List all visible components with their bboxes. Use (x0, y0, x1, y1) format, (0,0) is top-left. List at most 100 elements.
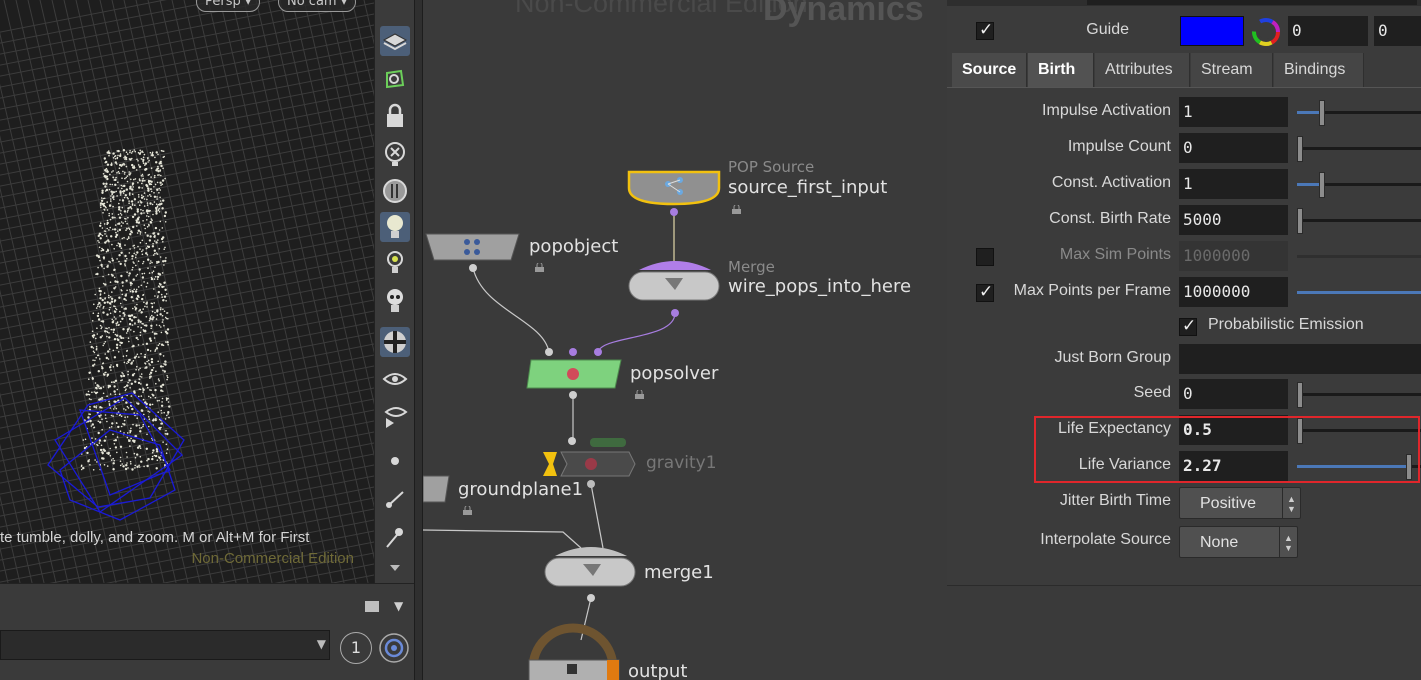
skull-icon (387, 289, 403, 312)
node-groundplane1[interactable] (423, 475, 450, 503)
const-activation-slider[interactable] (1297, 172, 1421, 198)
life-expectancy-field[interactable]: 0.5 (1179, 415, 1288, 445)
tabs-divider (947, 87, 1421, 88)
point-display-button[interactable] (380, 446, 410, 476)
layers-icon (382, 33, 408, 51)
count-badge[interactable]: 1 (340, 632, 372, 664)
params-empty-area (947, 585, 1421, 680)
tab-birth[interactable]: Birth (1028, 53, 1094, 87)
snapping-button[interactable] (380, 64, 410, 94)
tab-source[interactable]: Source (952, 53, 1027, 87)
max-points-per-frame-checkbox[interactable]: ✓ (976, 282, 994, 302)
const-activation-field[interactable]: 1 (1179, 169, 1288, 199)
node-name-label[interactable]: gravity1 (646, 453, 717, 473)
node-output[interactable] (528, 623, 620, 680)
target-icon[interactable] (378, 632, 410, 664)
probabilistic-emission-checkbox[interactable]: ✓ (1179, 316, 1197, 336)
guide-checkbox[interactable]: ✓ (976, 20, 994, 40)
eye-play-icon (384, 407, 408, 428)
life-expectancy-slider[interactable] (1297, 418, 1421, 444)
normals-button[interactable] (380, 484, 410, 514)
shading-button[interactable] (380, 327, 410, 357)
node-popsolver[interactable] (526, 348, 622, 399)
square-icon[interactable] (365, 601, 379, 612)
headlight-button[interactable] (380, 212, 410, 242)
scene-viewport[interactable]: Persp ▾ No cam ▾ te tumble, dolly, and z… (0, 0, 374, 583)
node-name-label[interactable]: wire_pops_into_here (728, 276, 911, 297)
node-name-label[interactable]: groundplane1 (458, 479, 583, 500)
node-popobject[interactable] (425, 233, 520, 272)
node-name-label[interactable]: output (628, 661, 687, 680)
node-source-first-input[interactable] (627, 170, 721, 216)
wire-ground-to-merge1 (423, 529, 582, 549)
param-row-just-born-group: Just Born Group (947, 344, 1421, 376)
network-editor[interactable]: Non-Commercial Edition Dynamics POP Sour… (423, 0, 947, 680)
node-wire-pops-into-here[interactable] (628, 261, 720, 317)
node-name-label[interactable]: merge1 (644, 562, 714, 583)
interpolate-source-menu[interactable]: None ▲ ▼ (1179, 526, 1298, 558)
light-button[interactable] (380, 248, 410, 278)
impulse-count-slider[interactable] (1297, 136, 1421, 162)
guide-color-swatch[interactable] (1180, 16, 1244, 46)
impulse-count-field[interactable]: 0 (1179, 133, 1288, 163)
life-variance-field[interactable]: 2.27 (1179, 451, 1288, 481)
chevron-down-icon[interactable]: ▼ (394, 599, 403, 613)
impulse-activation-field[interactable]: 1 (1179, 97, 1288, 127)
tab-attributes[interactable]: Attributes (1095, 53, 1190, 87)
color-wheel-icon[interactable] (1251, 17, 1281, 47)
display-options-button[interactable] (380, 26, 410, 56)
wire-merge-to-solver (597, 312, 676, 353)
param-label: Const. Birth Rate (1049, 210, 1171, 227)
normal-icon (386, 491, 404, 508)
const-birth-rate-slider[interactable] (1297, 208, 1421, 234)
pin-button[interactable] (380, 522, 410, 552)
menu-value: None (1200, 534, 1239, 551)
guide-value-2[interactable]: 0 (1374, 16, 1421, 46)
pane-divider[interactable] (414, 0, 423, 680)
life-variance-slider[interactable] (1297, 454, 1421, 480)
lock-icon (387, 103, 403, 127)
jitter-birth-time-menu[interactable]: Positive ▲ ▼ (1179, 487, 1301, 519)
node-name-label[interactable]: popobject (529, 236, 618, 257)
impulse-activation-slider[interactable] (1297, 100, 1421, 126)
selection-field[interactable]: ▼ (0, 630, 330, 660)
checker-sphere-icon (384, 331, 406, 353)
ghost-button[interactable] (380, 286, 410, 316)
node-name-label[interactable]: popsolver (630, 363, 718, 384)
seed-slider[interactable] (1297, 382, 1421, 408)
wire-popobject-to-solver (472, 267, 550, 353)
max-sim-points-checkbox[interactable] (976, 248, 994, 266)
persp-menu-button[interactable]: Persp ▾ (196, 0, 261, 12)
just-born-group-field[interactable] (1179, 344, 1421, 374)
camera-menu-button[interactable]: No cam ▾ (278, 0, 357, 12)
param-row-max-points-per-frame: ✓ Max Points per Frame 1000000 (947, 277, 1421, 309)
param-label: Life Variance (1078, 456, 1171, 473)
tab-stream[interactable]: Stream (1191, 53, 1273, 87)
lock-icon (732, 205, 741, 214)
tab-bindings[interactable]: Bindings (1274, 53, 1364, 87)
lock-icon (463, 506, 472, 515)
visualize-button[interactable] (380, 364, 410, 394)
viewport-hint-text: te tumble, dolly, and zoom. M or Alt+M f… (0, 529, 310, 546)
param-row-probabilistic-emission: ✓ Probabilistic Emission (947, 311, 1421, 343)
param-row-const-birth-rate: Const. Birth Rate 5000 (947, 205, 1421, 237)
node-merge1[interactable] (544, 547, 636, 602)
node-name-label[interactable]: source_first_input (728, 177, 887, 198)
param-label: Const. Activation (1051, 174, 1171, 191)
eye-icon (382, 373, 408, 385)
max-points-per-frame-slider[interactable] (1297, 291, 1421, 294)
max-sim-points-field[interactable]: 1000000 (1179, 241, 1288, 271)
param-label: Guide (1086, 21, 1129, 38)
const-birth-rate-field[interactable]: 5000 (1179, 205, 1288, 235)
visualize-play-button[interactable] (380, 402, 410, 432)
viewport-toolbar (374, 0, 414, 583)
background-button[interactable] (380, 176, 410, 206)
guide-value-1[interactable]: 0 (1288, 16, 1368, 46)
chevron-down-icon (390, 565, 400, 571)
lock-camera-button[interactable] (380, 101, 410, 131)
max-points-per-frame-field[interactable]: 1000000 (1179, 277, 1288, 307)
seed-field[interactable]: 0 (1179, 379, 1288, 409)
hide-button[interactable] (380, 139, 410, 169)
toolbar-more-button[interactable] (380, 553, 410, 583)
params-top-bar (947, 0, 1421, 6)
